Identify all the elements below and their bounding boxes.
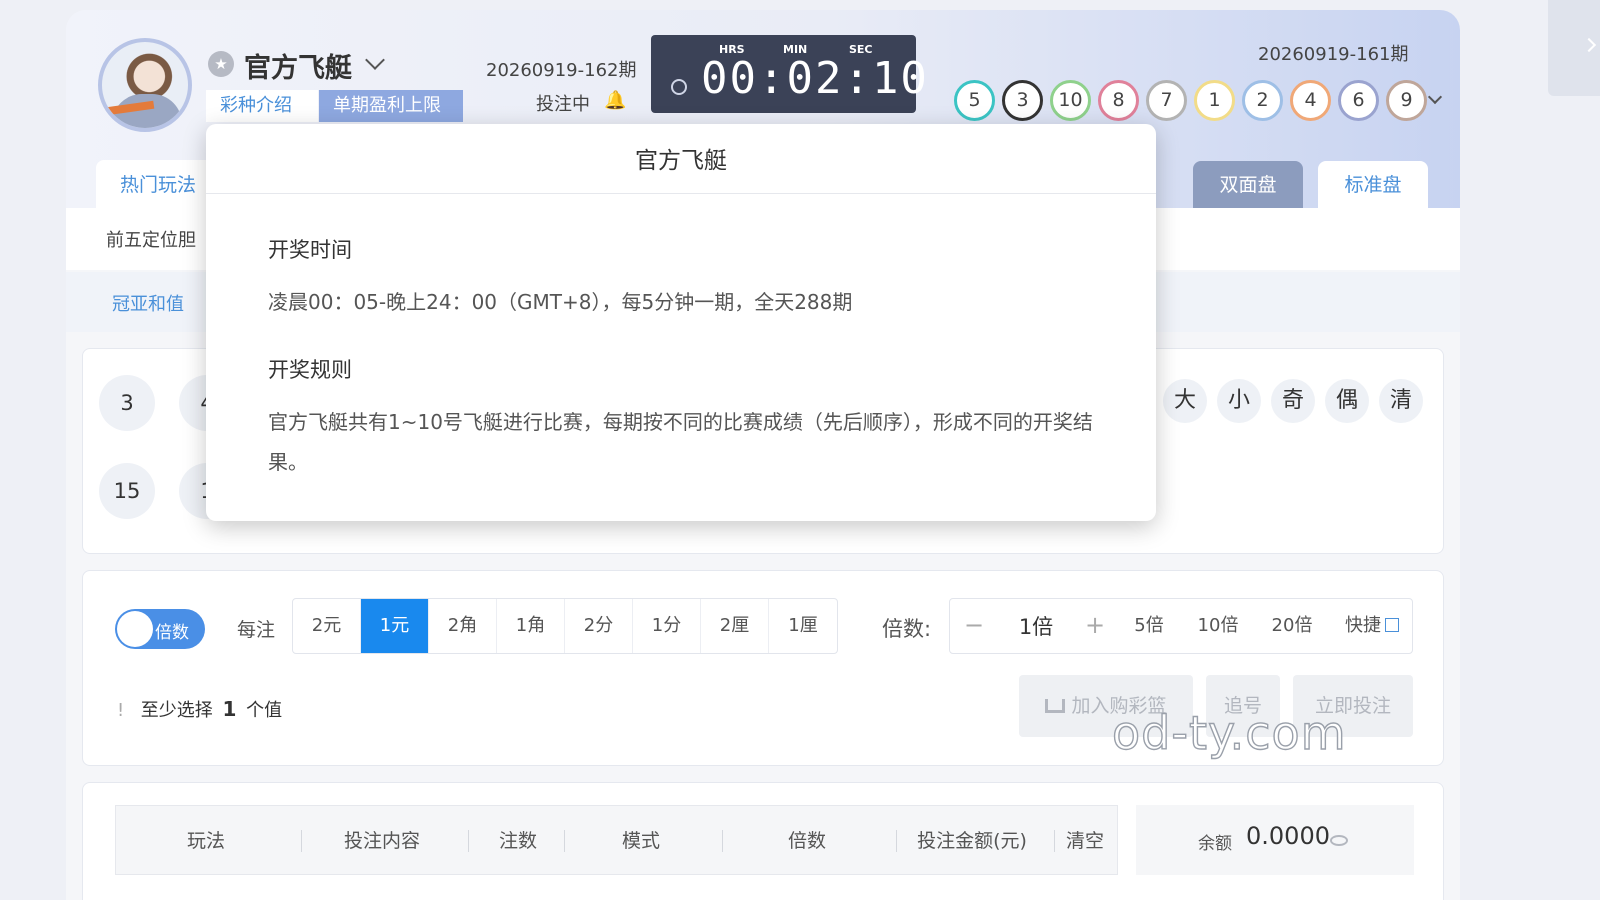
- unit-option[interactable]: 2角: [429, 599, 497, 653]
- multiplier-option[interactable]: 5倍: [1116, 599, 1182, 653]
- lottery-avatar: [98, 38, 192, 132]
- shortcut-label: 快捷: [1345, 615, 1381, 636]
- hint-count: 1: [222, 697, 237, 721]
- quick-big-button[interactable]: 大: [1163, 379, 1207, 423]
- multiplier-toggle[interactable]: 倍数: [115, 609, 205, 649]
- sub-play-item[interactable]: 冠亚和值: [112, 290, 184, 316]
- column-header: 投注内容: [343, 830, 420, 852]
- toggle-label: 倍数: [155, 623, 189, 643]
- draw-time-text: 凌晨00：05-晚上24：00（GMT+8），每5分钟一期，全天288期: [268, 290, 853, 314]
- lottery-intro-popover: 官方飞艇 开奖时间 凌晨00：05-晚上24：00（GMT+8），每5分钟一期，…: [206, 124, 1156, 521]
- last-period: 20260919-161期: [1258, 44, 1409, 65]
- column-header: 投注金额(元): [917, 830, 1027, 852]
- betting-status: 投注中: [536, 94, 590, 115]
- multiplier-option[interactable]: 20倍: [1254, 599, 1330, 653]
- unit-option[interactable]: 1厘: [769, 599, 837, 653]
- balance-value: 0.0000: [1246, 822, 1330, 850]
- balance-label: 余额: [1198, 834, 1232, 854]
- unit-option[interactable]: 2元: [293, 599, 361, 653]
- cart-icon: [1045, 699, 1066, 713]
- number-ball[interactable]: 15: [99, 463, 155, 519]
- clear-all-button[interactable]: 清空: [1060, 806, 1110, 876]
- quick-odd-button[interactable]: 奇: [1271, 379, 1315, 423]
- multiplier-stepper: − 1倍 + 5倍 10倍 20倍 快捷: [949, 598, 1413, 654]
- last-result-balls: 5 3 10 8 7 1 2 4 6 9: [954, 80, 1427, 121]
- multiplier-value[interactable]: 1倍: [998, 599, 1074, 653]
- multiplier-plus-button[interactable]: +: [1074, 599, 1116, 653]
- draw-rules-text: 官方飞艇共有1~10号飞艇进行比赛，每期按不同的比赛成绩（先后顺序），形成不同的…: [268, 410, 1093, 474]
- multiplier-minus-button[interactable]: −: [950, 599, 998, 653]
- watermark: od-ty.com: [1111, 705, 1347, 760]
- alarm-clock-icon: [671, 79, 687, 95]
- toggle-knob: [117, 611, 153, 647]
- bet-table-header: 玩法 投注内容 注数 模式 倍数 投注金额(元) 清空: [115, 805, 1118, 875]
- unit-option[interactable]: 1角: [497, 599, 565, 653]
- column-header: 玩法: [186, 830, 225, 852]
- hint-text-pre: 至少选择: [140, 700, 213, 721]
- profit-limit-tag[interactable]: 单期盈利上限: [319, 90, 463, 122]
- popover-title: 官方飞艇: [206, 124, 1156, 194]
- quick-even-button[interactable]: 偶: [1325, 379, 1369, 423]
- countdown-timer: HRS MIN SEC 00:02:10: [651, 35, 927, 113]
- hint-text-post: 个值: [246, 700, 283, 721]
- bet-list-panel: 玩法 投注内容 注数 模式 倍数 投注金额(元) 清空 余额 0.0000: [82, 782, 1444, 900]
- edit-icon: [1385, 618, 1399, 632]
- column-header: 模式: [621, 830, 660, 852]
- result-ball: 7: [1146, 80, 1187, 121]
- unit-option[interactable]: 2分: [565, 599, 633, 653]
- unit-option[interactable]: 2厘: [701, 599, 769, 653]
- lottery-intro-tag[interactable]: 彩种介绍: [206, 90, 318, 122]
- unit-option-active[interactable]: 1元: [361, 599, 429, 653]
- lottery-name[interactable]: 官方飞艇: [244, 46, 352, 85]
- quick-small-button[interactable]: 小: [1217, 379, 1261, 423]
- quick-clear-button[interactable]: 清: [1379, 379, 1423, 423]
- countdown-time: 00:02:10: [701, 53, 929, 104]
- info-icon: !: [117, 700, 125, 721]
- unit-selector: 2元 1元 2角 1角 2分 1分 2厘 1厘: [292, 598, 838, 654]
- balance-box: 余额 0.0000: [1136, 805, 1414, 875]
- result-ball: 1: [1194, 80, 1235, 121]
- selection-hint: ! 至少选择 1 个值: [117, 696, 282, 722]
- number-ball[interactable]: 3: [99, 375, 155, 431]
- draw-rules-heading: 开奖规则: [268, 358, 352, 382]
- play-type-item[interactable]: 前五定位胆: [106, 226, 196, 252]
- multiplier-option[interactable]: 10倍: [1182, 599, 1254, 653]
- unit-option[interactable]: 1分: [633, 599, 701, 653]
- column-header: 注数: [498, 830, 537, 852]
- result-ball: 9: [1386, 80, 1427, 121]
- eye-icon[interactable]: [1330, 835, 1348, 846]
- shortcut-button[interactable]: 快捷: [1330, 599, 1414, 653]
- bell-icon: 🔔: [604, 90, 627, 111]
- result-ball: 2: [1242, 80, 1283, 121]
- tab-double-sided[interactable]: 双面盘: [1193, 161, 1303, 209]
- result-ball: 4: [1290, 80, 1331, 121]
- multiplier-label: 倍数:: [882, 617, 932, 641]
- result-ball: 3: [1002, 80, 1043, 121]
- result-ball: 5: [954, 80, 995, 121]
- result-ball: 10: [1050, 80, 1091, 121]
- draw-time-heading: 开奖时间: [268, 238, 352, 262]
- favorite-star-icon[interactable]: ★: [208, 51, 234, 77]
- unit-label: 每注: [237, 619, 276, 641]
- tab-standard[interactable]: 标准盘: [1318, 161, 1428, 209]
- result-ball: 6: [1338, 80, 1379, 121]
- column-header: 倍数: [787, 830, 826, 852]
- current-period: 20260919-162期: [486, 60, 637, 81]
- result-ball: 8: [1098, 80, 1139, 121]
